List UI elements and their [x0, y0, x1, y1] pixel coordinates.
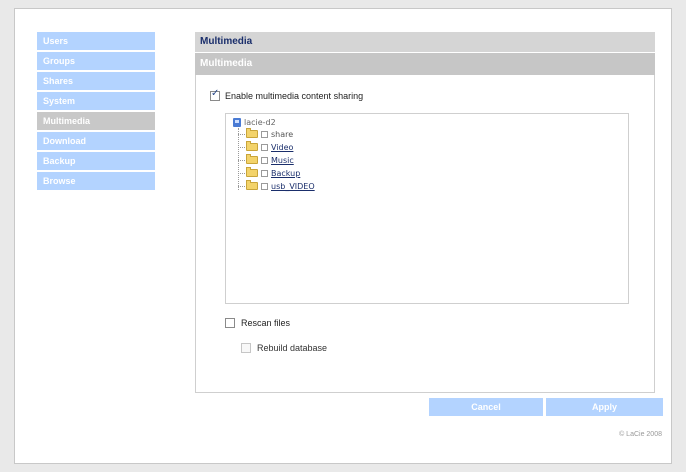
rescan-label: Rescan files: [241, 318, 291, 328]
sidebar-item-browse[interactable]: Browse: [37, 172, 155, 190]
sidebar-item-groups[interactable]: Groups: [37, 52, 155, 70]
tree-item-checkbox[interactable]: [261, 169, 268, 177]
tree-item-checkbox[interactable]: [261, 156, 268, 164]
tree-item-link[interactable]: usb_VIDEO: [271, 182, 315, 191]
apply-button[interactable]: Apply: [546, 398, 663, 416]
folder-icon: [246, 141, 258, 151]
sidebar-item-shares[interactable]: Shares: [37, 72, 155, 90]
enable-sharing-checkbox[interactable]: [210, 88, 220, 101]
cancel-button[interactable]: Cancel: [429, 398, 543, 416]
rescan-checkbox[interactable]: [225, 318, 235, 328]
rebuild-label: Rebuild database: [257, 343, 328, 353]
enable-sharing-label: Enable multimedia content sharing: [225, 91, 364, 101]
rebuild-checkbox[interactable]: [241, 343, 251, 353]
sidebar-nav: Users Groups Shares System Multimedia Do…: [37, 32, 155, 192]
enable-sharing-row: Enable multimedia content sharing: [210, 88, 364, 101]
tree-item-music: Music: [238, 154, 294, 166]
folder-icon: [246, 167, 258, 177]
tree-item-label: share: [271, 129, 294, 139]
tree-item-backup: Backup: [238, 167, 300, 179]
tree-item-checkbox[interactable]: [261, 182, 268, 190]
folder-icon: [246, 128, 258, 138]
section-title: Multimedia: [195, 53, 655, 75]
page-title: Multimedia: [195, 32, 655, 52]
tree-item-link[interactable]: Backup: [271, 169, 300, 178]
tree-item-video: Video: [238, 141, 293, 153]
multimedia-panel: Enable multimedia content sharing lacie-…: [195, 75, 655, 393]
copyright: © LaCie 2008: [619, 431, 662, 438]
tree-root[interactable]: lacie-d2: [233, 118, 276, 127]
sidebar-item-multimedia[interactable]: Multimedia: [37, 112, 155, 130]
sidebar-item-backup[interactable]: Backup: [37, 152, 155, 170]
sidebar-item-users[interactable]: Users: [37, 32, 155, 50]
tree-root-label: lacie-d2: [244, 118, 276, 127]
folder-icon: [246, 180, 258, 190]
tree-item-usb-video: usb_VIDEO: [238, 180, 315, 192]
sidebar-item-download[interactable]: Download: [37, 132, 155, 150]
tree-item-checkbox[interactable]: [261, 130, 268, 138]
rebuild-row: Rebuild database: [241, 343, 327, 353]
sidebar-item-system[interactable]: System: [37, 92, 155, 110]
tree-item-checkbox[interactable]: [261, 143, 268, 151]
tree-item-share: share: [238, 128, 293, 140]
share-tree: lacie-d2 share Video Music Backup usb_VI…: [225, 113, 629, 304]
rescan-row: Rescan files: [225, 318, 290, 328]
folder-icon: [246, 154, 258, 164]
tree-item-link[interactable]: Music: [271, 156, 294, 165]
tree-item-link[interactable]: Video: [271, 143, 293, 152]
drive-icon: [233, 118, 241, 127]
